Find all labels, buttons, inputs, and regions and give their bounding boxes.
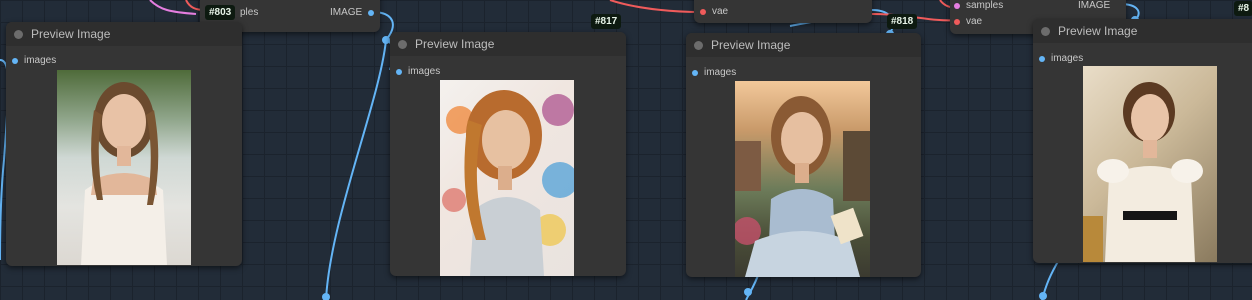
wire-vae-mid <box>609 0 701 13</box>
partial-input-slot[interactable]: ples <box>240 7 258 18</box>
vae-connector-icon[interactable] <box>700 8 706 15</box>
wire-latent <box>149 0 197 15</box>
image-output-label-right: IMAGE <box>1078 0 1111 11</box>
images-input-slot[interactable]: images <box>692 67 736 78</box>
output-connector-icon[interactable] <box>368 9 375 16</box>
vae-connector-icon[interactable] <box>954 18 960 25</box>
node-header[interactable]: Preview Image <box>6 22 242 46</box>
partial-output-slot[interactable]: IMAGE <box>330 7 380 18</box>
preview-image[interactable] <box>1083 66 1217 262</box>
preview-image[interactable] <box>440 80 574 276</box>
images-connector-icon[interactable] <box>692 69 698 76</box>
images-input-label: images <box>408 66 441 77</box>
images-input-slot[interactable]: images <box>12 55 56 66</box>
node-title: Preview Image <box>711 38 791 52</box>
partial-output-label: IMAGE <box>330 7 363 18</box>
preview-image[interactable] <box>735 81 870 277</box>
node-header[interactable]: Preview Image <box>686 33 921 57</box>
node-title: Preview Image <box>31 27 111 41</box>
node-header[interactable]: Preview Image <box>1033 19 1252 43</box>
partial-input-label: ples <box>240 7 259 18</box>
portrait-image <box>735 96 870 277</box>
vae-input-label-right: vae <box>966 16 983 27</box>
vae-input-label: vae <box>712 6 729 17</box>
samples-input-label: samples <box>966 0 1004 11</box>
wire-image-803-out <box>325 11 394 300</box>
samples-connector-icon[interactable] <box>954 2 960 9</box>
images-connector-icon[interactable] <box>396 68 402 75</box>
node-id-badge: #818 <box>887 14 918 29</box>
images-input-label: images <box>24 55 57 66</box>
node-id-badge: #8 <box>1234 1 1252 16</box>
portrait-image <box>81 82 167 265</box>
samples-input-slot[interactable]: samples <box>954 0 1003 11</box>
preview-image-node-818[interactable]: Preview Image images <box>686 33 921 277</box>
collapse-dot-icon[interactable] <box>398 39 407 49</box>
node-id-badge: #817 <box>591 14 622 29</box>
node-title: Preview Image <box>415 37 495 51</box>
partial-node-mid-top[interactable]: vae <box>694 0 872 23</box>
vae-input-slot-right[interactable]: vae <box>954 16 982 27</box>
images-connector-icon[interactable] <box>12 57 18 64</box>
images-connector-icon[interactable] <box>1039 55 1045 62</box>
collapse-dot-icon[interactable] <box>694 40 703 50</box>
preview-image-node-8[interactable]: Preview Image images <box>1033 19 1252 263</box>
image-output-slot-right[interactable]: IMAGE <box>1078 0 1110 11</box>
collapse-dot-icon[interactable] <box>1041 26 1050 36</box>
preview-image-node-803[interactable]: Preview Image images <box>6 22 242 266</box>
vae-input-slot[interactable]: vae <box>700 6 728 17</box>
images-input-slot[interactable]: images <box>396 66 440 77</box>
images-input-label: images <box>704 67 737 78</box>
portrait-image <box>442 90 574 276</box>
images-input-slot[interactable]: images <box>1039 53 1083 64</box>
portrait-image <box>1083 82 1203 262</box>
node-title: Preview Image <box>1058 24 1138 38</box>
images-input-label: images <box>1051 53 1084 64</box>
preview-image-node-817[interactable]: Preview Image images <box>390 32 626 276</box>
collapse-dot-icon[interactable] <box>14 29 23 39</box>
node-header[interactable]: Preview Image <box>390 32 626 56</box>
node-id-badge: #803 <box>205 5 236 20</box>
preview-image[interactable] <box>57 70 191 265</box>
